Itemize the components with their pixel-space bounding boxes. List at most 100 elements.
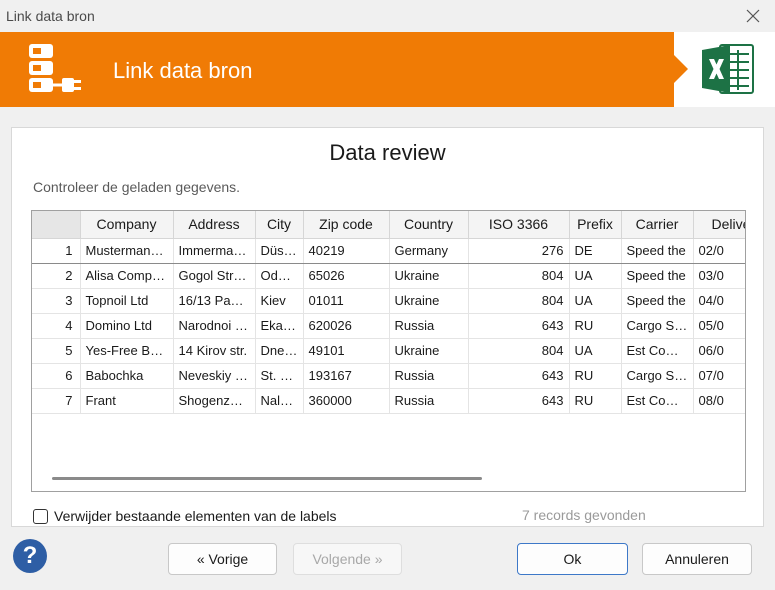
table-cell: RU <box>569 363 622 389</box>
table-cell: Kiev <box>255 288 304 314</box>
column-header[interactable]: Company <box>80 211 174 239</box>
banner-arrow <box>674 55 688 83</box>
table-cell: Nalchik <box>255 388 304 414</box>
table-cell: Est Company <box>621 388 694 414</box>
data-grid[interactable]: Company Address City Zip code Country IS… <box>31 210 746 492</box>
table-cell: UA <box>569 288 622 314</box>
table-row[interactable]: 6BabochkaNeveskiy prospectSt. Petersburg… <box>32 363 745 389</box>
column-header[interactable]: Zip code <box>303 211 390 239</box>
horizontal-scrollbar[interactable] <box>52 477 482 480</box>
clear-labels-label: Verwijder bestaande elementen van de lab… <box>54 508 337 524</box>
table-cell: Cargo Service <box>621 313 694 339</box>
column-header[interactable]: Address <box>173 211 256 239</box>
panel-subtitle: Controleer de geladen gegevens. <box>33 179 241 195</box>
table-cell: 276 <box>468 237 570 264</box>
clear-labels-option[interactable]: Verwijder bestaande elementen van de lab… <box>33 507 337 525</box>
row-number: 5 <box>32 338 81 364</box>
table-cell: 804 <box>468 288 570 314</box>
records-count: 7 records gevonden <box>522 507 646 523</box>
row-number: 3 <box>32 288 81 314</box>
table-cell: Russia <box>389 313 469 339</box>
next-button[interactable]: Volgende » <box>293 543 402 575</box>
column-header[interactable]: City <box>255 211 304 239</box>
row-number: 1 <box>32 237 81 264</box>
row-number: 4 <box>32 313 81 339</box>
table-row[interactable]: 7FrantShogenzukov str.Nalchik360000Russi… <box>32 388 745 414</box>
excel-icon <box>702 44 754 94</box>
table-cell: Düsseldorf <box>255 237 304 264</box>
table-cell: UA <box>569 338 622 364</box>
table-cell: Speed the <box>621 237 694 264</box>
table-cell: 08/0 <box>693 388 745 414</box>
table-cell: 06/0 <box>693 338 745 364</box>
table-cell: 14 Kirov str. <box>173 338 256 364</box>
row-header-corner <box>32 211 81 239</box>
help-icon[interactable]: ? <box>13 539 47 573</box>
table-cell: Ukraine <box>389 288 469 314</box>
table-cell: Ekaterinburg <box>255 313 304 339</box>
panel-heading: Data review <box>329 140 446 165</box>
table-row[interactable]: 3 Topnoil Ltd 16/13 Pavlova Kiev 01011 Ukrain… <box>32 288 745 314</box>
table-cell: Gogol Street <box>173 263 256 289</box>
table-cell: Speed the <box>621 288 694 314</box>
row-number: 7 <box>32 388 81 414</box>
row-number: 6 <box>32 363 81 389</box>
table-cell: 804 <box>468 338 570 364</box>
table-row[interactable]: 5Yes-Free Bokul14 Kirov str.Dnepropetrov… <box>32 338 745 364</box>
table-cell: Immermannstr. <box>173 237 256 264</box>
review-panel: Data review Controleer de geladen gegeve… <box>11 127 764 527</box>
table-cell: Ukraine <box>389 263 469 289</box>
table-cell: 03/0 <box>693 263 745 289</box>
table-cell: Odessa <box>255 263 304 289</box>
table-cell: 643 <box>468 313 570 339</box>
table-cell: Germany <box>389 237 469 264</box>
table-cell: Dnepropetrovsk <box>255 338 304 364</box>
table-cell: Babochka <box>80 363 174 389</box>
table-cell: UA <box>569 263 622 289</box>
header-banner: Link data bron <box>0 32 775 107</box>
header-row: Company Address City Zip code Country IS… <box>32 211 745 239</box>
table-cell: 620026 <box>303 313 390 339</box>
column-header[interactable]: Prefix <box>569 211 622 239</box>
table-row[interactable]: 1Mustermann GmbHImmermannstr.Düsseldorf4… <box>32 237 745 264</box>
data-table: Company Address City Zip code Country IS… <box>32 211 745 414</box>
table-cell: Mustermann GmbH <box>80 237 174 264</box>
table-cell: 07/0 <box>693 363 745 389</box>
table-cell: Ukraine <box>389 338 469 364</box>
table-cell: Neveskiy prospect <box>173 363 256 389</box>
column-header[interactable]: Delivery <box>693 211 745 239</box>
table-cell: Topnoil Ltd <box>80 288 174 314</box>
row-number: 2 <box>32 263 81 289</box>
table-cell: Narodnoi Voli <box>173 313 256 339</box>
table-cell: Domino Ltd <box>80 313 174 339</box>
ok-button[interactable]: Ok <box>517 543 628 575</box>
table-cell: 643 <box>468 363 570 389</box>
table-cell: Speed the <box>621 263 694 289</box>
column-header[interactable]: ISO 3366 <box>468 211 570 239</box>
table-cell: Alisa Company <box>80 263 174 289</box>
table-cell: 360000 <box>303 388 390 414</box>
table-cell: Est Company <box>621 338 694 364</box>
table-cell: RU <box>569 388 622 414</box>
table-cell: 193167 <box>303 363 390 389</box>
column-header[interactable]: Carrier <box>621 211 694 239</box>
table-cell: 01011 <box>303 288 390 314</box>
table-cell: Frant <box>80 388 174 414</box>
table-row[interactable]: 2 Alisa Company Gogol Street Odessa 65026 Ukr… <box>32 263 745 289</box>
clear-labels-checkbox[interactable] <box>33 508 48 524</box>
database-plug-icon <box>29 44 81 92</box>
table-cell: Shogenzukov str. <box>173 388 256 414</box>
cancel-button[interactable]: Annuleren <box>642 543 752 575</box>
table-cell: 65026 <box>303 263 390 289</box>
table-cell: DE <box>569 237 622 264</box>
previous-button[interactable]: « Vorige <box>168 543 277 575</box>
column-header[interactable]: Country <box>389 211 469 239</box>
table-row[interactable]: 4Domino LtdNarodnoi VoliEkaterinburg6200… <box>32 313 745 339</box>
title-bar: Link data bron <box>0 0 775 32</box>
table-cell: 49101 <box>303 338 390 364</box>
table-cell: 643 <box>468 388 570 414</box>
table-cell: Russia <box>389 388 469 414</box>
close-icon[interactable] <box>745 8 761 24</box>
table-cell: 04/0 <box>693 288 745 314</box>
table-cell: 02/0 <box>693 237 745 264</box>
